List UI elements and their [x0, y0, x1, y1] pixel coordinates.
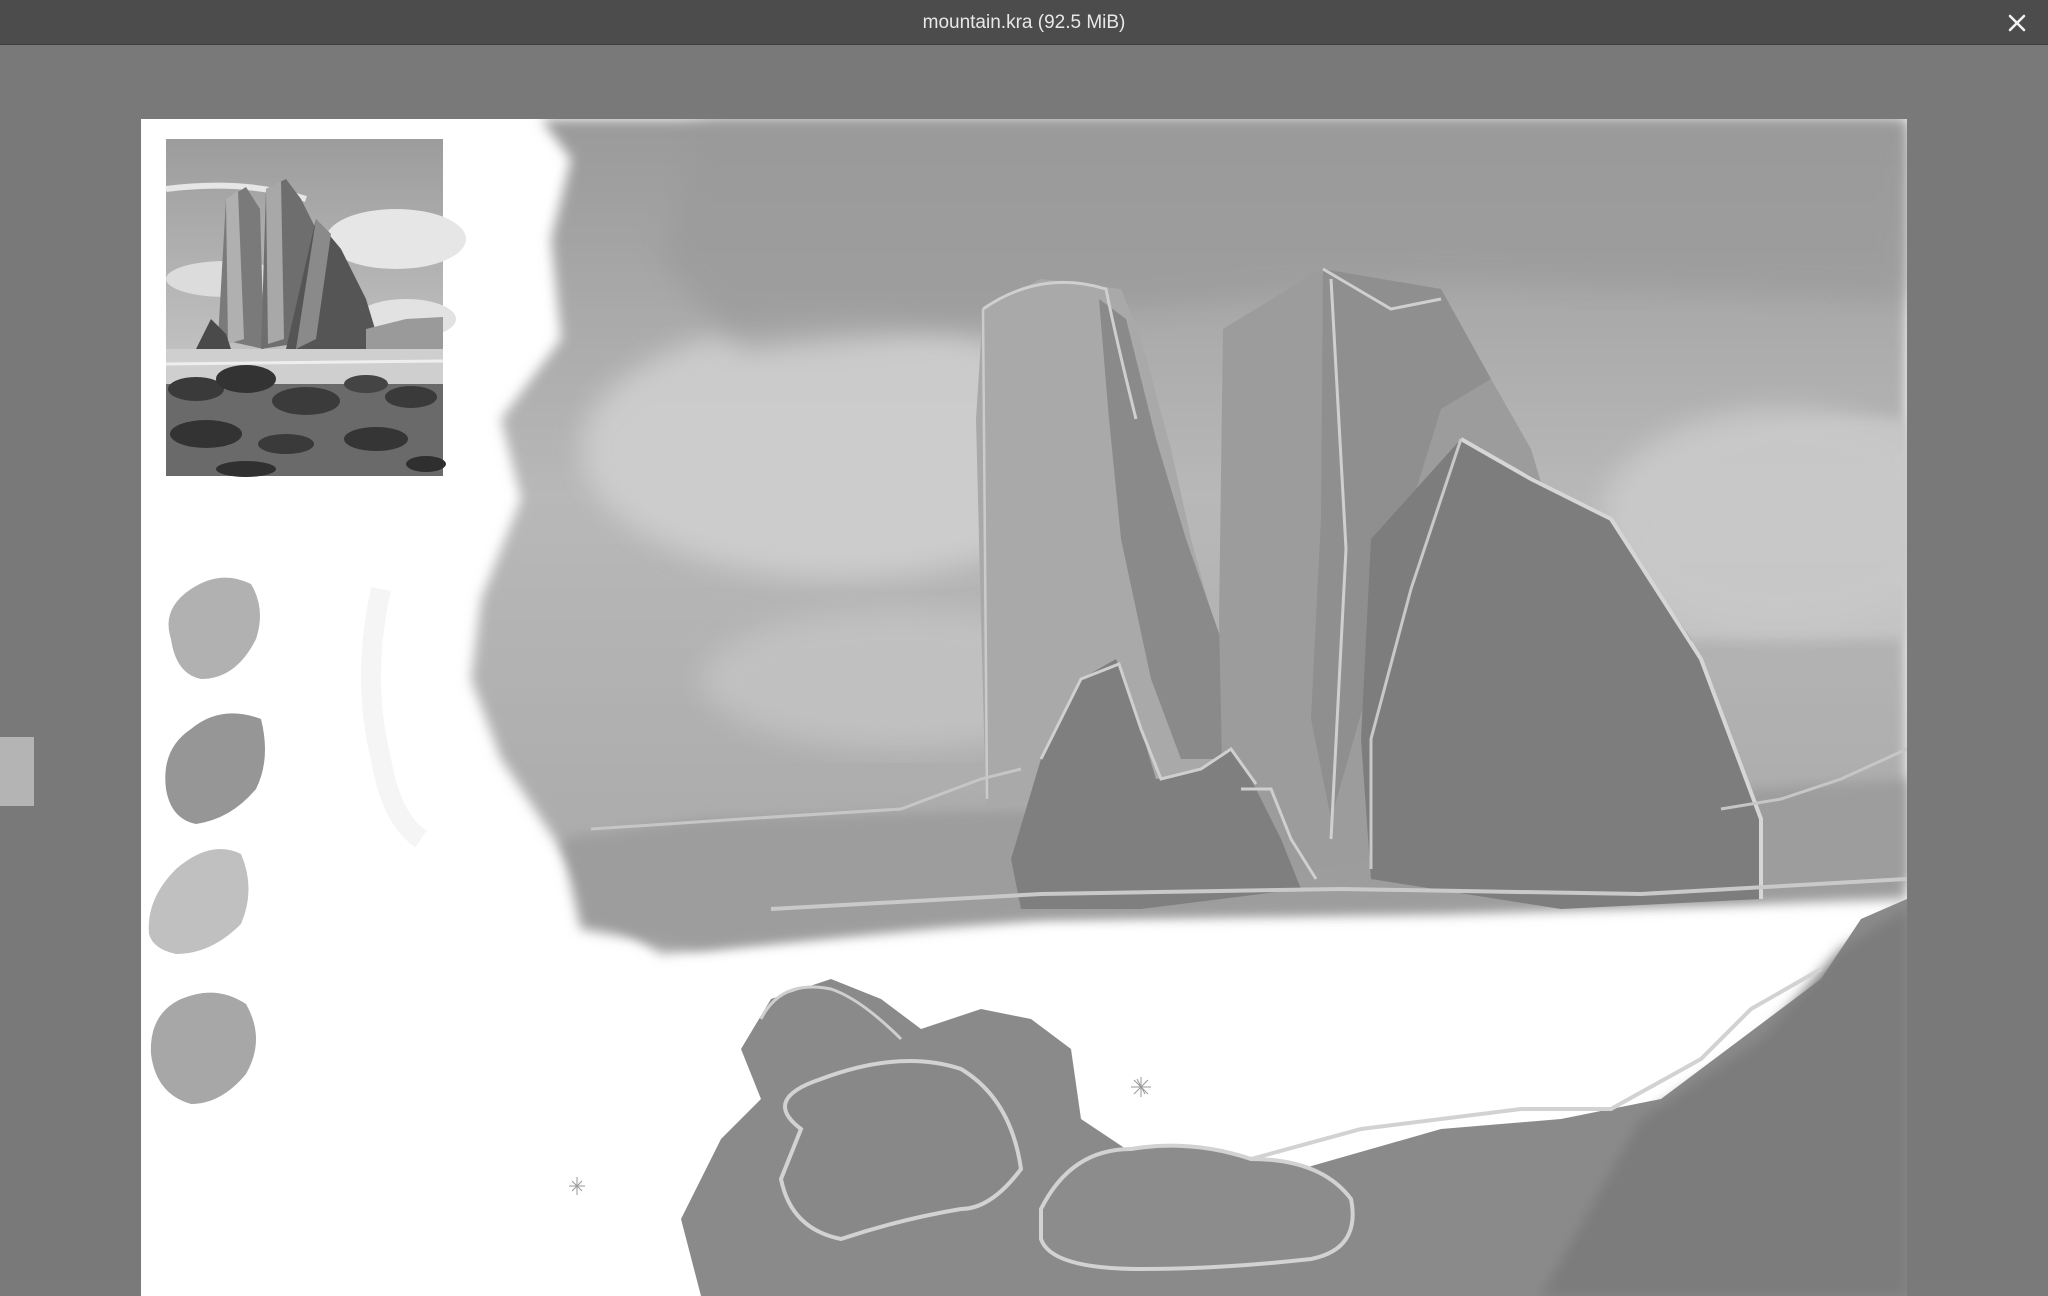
swatch-2 — [165, 713, 265, 824]
foreground-rocks — [681, 899, 1907, 1296]
swatch-1 — [168, 577, 260, 679]
reference-thumbnail — [165, 139, 466, 477]
side-drawer-handle[interactable] — [0, 737, 34, 806]
color-swatches — [148, 577, 265, 1104]
swatch-3 — [148, 849, 249, 954]
window-title: mountain.kra (92.5 MiB) — [922, 12, 1126, 33]
close-button[interactable] — [2000, 6, 2034, 40]
painting-canvas — [141, 119, 1907, 1296]
close-icon — [2008, 14, 2026, 32]
title-bar: mountain.kra (92.5 MiB) — [0, 0, 2048, 45]
image-viewer[interactable] — [0, 45, 2048, 1296]
swatch-4 — [150, 992, 256, 1104]
